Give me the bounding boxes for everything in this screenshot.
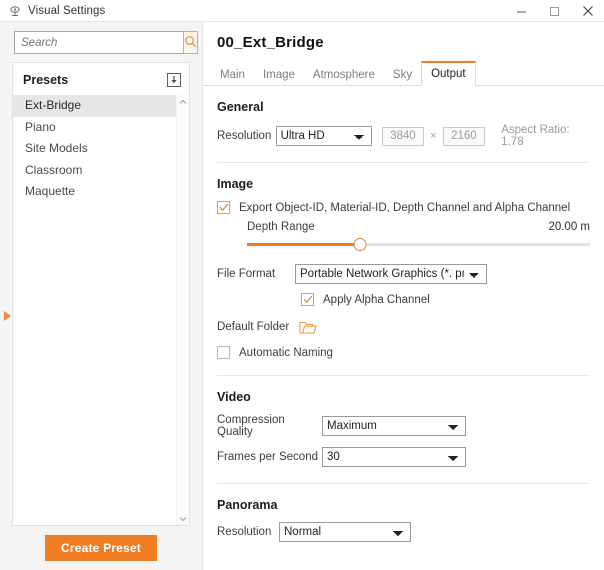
video-section-heading: Video xyxy=(217,390,590,404)
search-row xyxy=(14,31,188,54)
panorama-resolution-row: Resolution Normal xyxy=(217,522,590,542)
tab-bar: Main Image Atmosphere Sky Output xyxy=(203,60,604,86)
resolution-row: Resolution Ultra HD 3840 × 2160 Aspect R… xyxy=(217,124,590,148)
close-button[interactable] xyxy=(571,0,604,22)
presets-list: Ext-Bridge Piano Site Models Classroom M… xyxy=(13,95,189,525)
chevron-up-icon[interactable] xyxy=(177,95,190,108)
divider xyxy=(217,483,590,484)
automatic-naming-label: Automatic Naming xyxy=(239,347,333,359)
compression-quality-row: Compression Quality Maximum xyxy=(217,414,590,438)
resolution-select[interactable]: Ultra HD xyxy=(276,126,372,146)
compression-quality-select[interactable]: Maximum xyxy=(322,416,466,436)
general-section-heading: General xyxy=(217,100,590,114)
compression-quality-label: Compression Quality xyxy=(217,414,322,438)
tab-atmosphere[interactable]: Atmosphere xyxy=(304,62,384,86)
resolution-label: Resolution xyxy=(217,130,276,142)
list-item[interactable]: Maquette xyxy=(13,181,176,203)
presets-header: Presets xyxy=(13,63,189,95)
default-folder-row: Default Folder xyxy=(217,319,590,335)
file-format-select[interactable]: Portable Network Graphics (*. png ) xyxy=(295,264,487,284)
minimize-button[interactable] xyxy=(505,0,538,22)
image-section-heading: Image xyxy=(217,177,590,191)
divider xyxy=(217,162,590,163)
app-icon xyxy=(8,4,22,18)
apply-alpha-label: Apply Alpha Channel xyxy=(323,294,430,306)
file-format-row: File Format Portable Network Graphics (*… xyxy=(217,264,590,284)
folder-icon[interactable] xyxy=(299,319,317,335)
default-folder-label: Default Folder xyxy=(217,321,289,333)
window-body: Presets Ext-Bridge Piano Site Models Cla… xyxy=(0,22,604,570)
chevron-down-icon[interactable] xyxy=(177,512,190,525)
settings-pane: 00_Ext_Bridge Main Image Atmosphere Sky … xyxy=(203,22,604,570)
search-input[interactable] xyxy=(14,31,183,54)
presets-title: Presets xyxy=(23,73,68,87)
list-item[interactable]: Piano xyxy=(13,117,176,139)
slider-thumb[interactable] xyxy=(354,238,367,251)
window-title: Visual Settings xyxy=(28,5,105,17)
title-bar: Visual Settings xyxy=(0,0,604,22)
list-item[interactable]: Ext-Bridge xyxy=(13,95,176,117)
tab-sky[interactable]: Sky xyxy=(384,62,421,86)
width-field[interactable]: 3840 xyxy=(382,127,425,146)
aspect-ratio-label: Aspect Ratio: 1.78 xyxy=(501,124,590,148)
panorama-resolution-label: Resolution xyxy=(217,526,279,538)
depth-range-label: Depth Range xyxy=(247,221,315,233)
file-format-label: File Format xyxy=(217,268,295,280)
presets-scrollbar[interactable] xyxy=(176,95,189,525)
panorama-resolution-select[interactable]: Normal xyxy=(279,522,411,542)
list-item[interactable]: Classroom xyxy=(13,160,176,182)
automatic-naming-checkbox[interactable] xyxy=(217,346,230,359)
tab-image[interactable]: Image xyxy=(254,62,304,86)
search-button[interactable] xyxy=(183,31,198,54)
depth-range-row: Depth Range 20.00 m xyxy=(247,221,590,233)
frames-per-second-row: Frames per Second 30 xyxy=(217,447,590,467)
list-item[interactable]: Site Models xyxy=(13,138,176,160)
panorama-section-heading: Panorama xyxy=(217,498,590,512)
frames-per-second-select[interactable]: 30 xyxy=(322,447,466,467)
dimension-separator: × xyxy=(430,130,436,142)
depth-range-slider[interactable] xyxy=(247,237,590,251)
automatic-naming-row: Automatic Naming xyxy=(217,346,590,359)
window-controls xyxy=(505,0,604,22)
visual-settings-window: Visual Settings xyxy=(0,0,604,570)
export-channels-row: Export Object-ID, Material-ID, Depth Cha… xyxy=(217,201,590,214)
create-preset-button[interactable]: Create Preset xyxy=(45,535,157,561)
depth-range-value: 20.00 m xyxy=(548,221,590,233)
export-channels-label: Export Object-ID, Material-ID, Depth Cha… xyxy=(239,202,570,214)
presets-panel: Presets Ext-Bridge Piano Site Models Cla… xyxy=(12,62,190,526)
frames-per-second-label: Frames per Second xyxy=(217,451,322,463)
divider xyxy=(217,375,590,376)
tab-main[interactable]: Main xyxy=(211,62,254,86)
maximize-button[interactable] xyxy=(538,0,571,22)
apply-alpha-row: Apply Alpha Channel xyxy=(301,293,590,306)
output-panel: General Resolution Ultra HD 3840 × 2160 … xyxy=(203,86,604,551)
tab-output[interactable]: Output xyxy=(421,61,476,86)
search-icon xyxy=(184,35,197,51)
export-channels-checkbox[interactable] xyxy=(217,201,230,214)
import-preset-icon[interactable] xyxy=(165,71,183,89)
create-preset-row: Create Preset xyxy=(0,526,202,570)
height-field[interactable]: 2160 xyxy=(443,127,486,146)
page-title: 00_Ext_Bridge xyxy=(203,22,604,51)
slider-fill xyxy=(247,243,360,246)
presets-sidebar: Presets Ext-Bridge Piano Site Models Cla… xyxy=(0,22,203,570)
apply-alpha-checkbox[interactable] xyxy=(301,293,314,306)
